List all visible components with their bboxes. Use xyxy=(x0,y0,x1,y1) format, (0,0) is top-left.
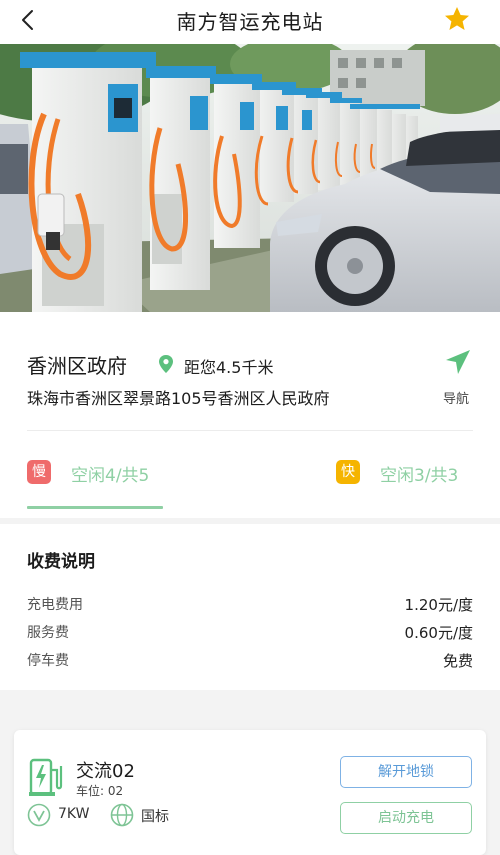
station-photo xyxy=(0,44,500,312)
fee-row: 停车费 免费 xyxy=(27,650,473,672)
fee-row: 服务费 0.60元/度 xyxy=(27,622,473,644)
parking-slot: 车位: 02 xyxy=(76,784,124,798)
charging-station-icon xyxy=(29,758,63,796)
slow-charge-badge: 慢 xyxy=(27,460,51,484)
power-rating: 7KW xyxy=(58,806,90,822)
fee-label: 服务费 xyxy=(27,625,69,641)
fee-label: 充电费用 xyxy=(27,597,83,613)
fee-value: 免费 xyxy=(442,652,473,670)
favorite-button[interactable] xyxy=(442,4,472,34)
station-name: 香洲区政府 xyxy=(27,354,127,378)
station-info-card: 香洲区政府 距您4.5千米 珠海市香洲区翠景路105号香洲区人民政府 导航 慢 … xyxy=(0,312,500,518)
top-bar: 南方智运充电站 xyxy=(0,0,500,44)
charger-name: 交流02 xyxy=(76,761,135,782)
location-pin-icon xyxy=(159,355,173,373)
charging-standard: 国标 xyxy=(141,809,169,825)
fee-section: 收费说明 充电费用 1.20元/度 服务费 0.60元/度 停车费 免费 xyxy=(0,524,500,690)
navigation-arrow-icon xyxy=(446,350,470,374)
navigate-label: 导航 xyxy=(442,392,469,407)
tab-fast-charging[interactable]: 空闲3/共3 xyxy=(380,461,458,486)
voltage-icon xyxy=(27,803,51,827)
fee-value: 1.20元/度 xyxy=(404,596,473,614)
navigate-button[interactable]: 导航 xyxy=(430,348,482,408)
distance-label: 距您4.5千米 xyxy=(184,358,274,377)
page-title: 南方智运充电站 xyxy=(176,10,324,34)
fee-row: 充电费用 1.20元/度 xyxy=(27,594,473,616)
unlock-ground-lock-button[interactable]: 解开地锁 xyxy=(340,756,472,788)
divider xyxy=(27,430,473,431)
charger-card: 交流02 车位: 02 7KW 国标 解开地锁 启动充电 xyxy=(14,730,486,855)
fast-charge-badge: 快 xyxy=(336,460,360,484)
tab-slow-charging[interactable]: 空闲4/共5 xyxy=(71,461,149,486)
fee-section-title: 收费说明 xyxy=(27,552,95,572)
active-tab-indicator xyxy=(27,506,163,509)
fee-value: 0.60元/度 xyxy=(404,624,473,642)
start-charging-button[interactable]: 启动充电 xyxy=(340,802,472,834)
star-icon xyxy=(445,7,469,30)
station-address: 珠海市香洲区翠景路105号香洲区人民政府 xyxy=(27,389,330,408)
fee-label: 停车费 xyxy=(27,653,69,669)
globe-icon xyxy=(110,803,134,827)
